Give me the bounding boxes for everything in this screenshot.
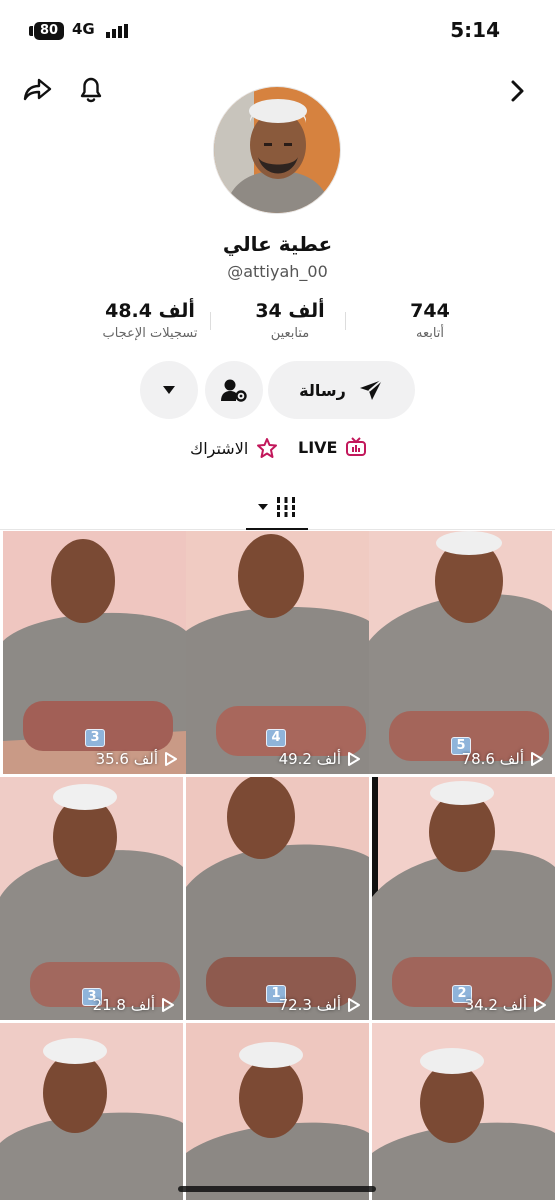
live-label: LIVE <box>298 437 338 457</box>
avatar[interactable] <box>213 86 341 214</box>
stat-following[interactable]: 744 أتابعه <box>360 300 500 341</box>
video-views: 49.2 ألف <box>279 750 361 768</box>
following-count: 744 <box>410 300 450 322</box>
share-icon[interactable] <box>20 72 54 106</box>
caret-down-icon <box>163 386 175 394</box>
view-count: 34.2 ألف <box>464 996 527 1014</box>
video-thumbnail <box>372 1023 555 1200</box>
likes-label: تسجيلات الإعجاب <box>102 326 198 341</box>
play-icon <box>534 998 546 1012</box>
live-tv-icon <box>346 437 367 456</box>
video-tile[interactable]: 3 35.6 ألف <box>3 531 186 774</box>
video-thumbnail <box>186 777 369 1020</box>
video-tile[interactable]: 1 72.3 ألف <box>186 777 369 1020</box>
video-tile[interactable] <box>186 1023 369 1200</box>
message-label: رسالة <box>299 380 346 400</box>
send-icon <box>359 379 383 400</box>
video-views: 72.3 ألف <box>279 996 361 1014</box>
stat-divider <box>345 312 346 330</box>
play-icon <box>348 998 360 1012</box>
chevron-right-icon[interactable] <box>501 74 535 108</box>
view-count: 21.8 ألف <box>92 996 155 1014</box>
user-gear-icon <box>221 379 247 402</box>
view-count: 49.2 ألف <box>278 750 341 768</box>
view-count: 78.6 ألف <box>461 750 524 768</box>
video-tile[interactable] <box>0 1023 183 1200</box>
video-tile[interactable] <box>372 1023 555 1200</box>
battery-cap <box>29 26 33 36</box>
video-grid-icon <box>275 497 297 517</box>
message-button[interactable]: رسالة <box>268 361 415 419</box>
profile-actions: رسالة <box>0 361 555 419</box>
video-thumbnail <box>186 1023 369 1200</box>
play-icon <box>162 998 174 1012</box>
username: @attiyah_00 <box>227 262 328 281</box>
network-type: 4G <box>72 20 95 38</box>
stat-divider <box>210 312 211 330</box>
play-icon <box>531 752 543 766</box>
video-thumbnail <box>0 777 183 1020</box>
video-tile[interactable]: 4 49.2 ألف <box>186 531 369 774</box>
video-tile[interactable]: 5 78.6 ألف <box>369 531 552 774</box>
play-icon <box>165 752 177 766</box>
caret-down-icon <box>258 504 268 510</box>
play-icon <box>348 752 360 766</box>
view-count: 72.3 ألف <box>278 996 341 1014</box>
following-label: أتابعه <box>415 326 445 341</box>
bell-icon[interactable] <box>74 72 108 106</box>
video-badge: 4 <box>266 729 286 747</box>
more-options-button[interactable] <box>140 361 198 419</box>
home-indicator <box>178 1186 376 1192</box>
stat-followers[interactable]: 34 ألف متابعين <box>220 300 360 341</box>
user-settings-button[interactable] <box>205 361 263 419</box>
video-thumbnail <box>372 777 555 1020</box>
video-badge: 3 <box>85 729 105 747</box>
display-name: عطية عالي <box>222 232 333 256</box>
video-views: 21.8 ألف <box>93 996 175 1014</box>
tab-videos[interactable] <box>246 484 308 530</box>
subscribe-label: الاشتراك <box>190 438 249 458</box>
video-views: 35.6 ألف <box>96 750 178 768</box>
video-tile[interactable]: 3 21.8 ألف <box>0 777 183 1020</box>
video-views: 78.6 ألف <box>462 750 544 768</box>
live-link[interactable]: LIVE <box>298 437 367 457</box>
stat-likes[interactable]: 48.4 ألف تسجيلات الإعجاب <box>80 300 220 341</box>
likes-count: 48.4 ألف <box>105 300 195 322</box>
followers-count: 34 ألف <box>255 300 325 322</box>
view-count: 35.6 ألف <box>95 750 158 768</box>
video-thumbnail <box>0 1023 183 1200</box>
status-time: 5:14 <box>450 18 500 42</box>
battery-indicator: 80 <box>34 22 64 40</box>
video-tile[interactable]: 2 34.2 ألف <box>372 777 555 1020</box>
status-bar: 80 4G 5:14 <box>0 0 555 62</box>
video-views: 34.2 ألف <box>465 996 547 1014</box>
profile-stats: 48.4 ألف تسجيلات الإعجاب 34 ألف متابعين … <box>60 300 500 350</box>
signal-icon <box>106 24 128 38</box>
star-rocket-icon <box>257 438 278 458</box>
content-tab-bar <box>0 484 555 530</box>
followers-label: متابعين <box>270 326 310 341</box>
subscribe-link[interactable]: الاشتراك <box>190 437 278 459</box>
avatar-image <box>214 87 340 213</box>
tab-active-indicator <box>246 528 308 530</box>
profile-links: الاشتراك LIVE <box>0 437 555 465</box>
